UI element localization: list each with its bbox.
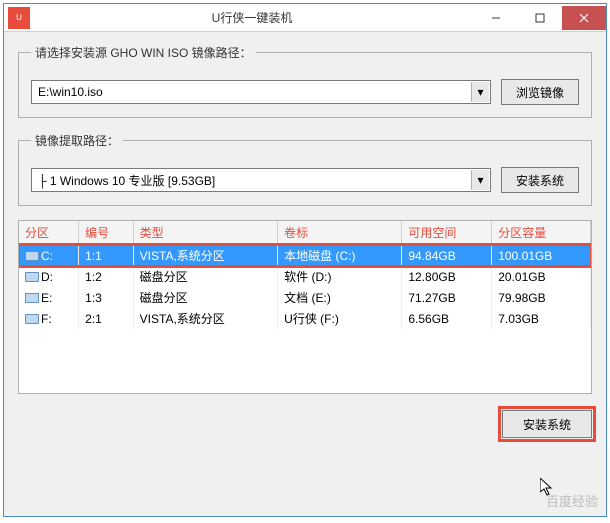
table-row[interactable]: C: 1:1 VISTA,系统分区 本地磁盘 (C:) 94.84GB 100.01GB	[19, 245, 591, 267]
cell-value: 100.01GB	[498, 249, 552, 263]
column-header[interactable]: 分区	[19, 221, 79, 245]
table-row[interactable]: E: 1:3 磁盘分区 文档 (E:) 71.27GB 79.98GB	[19, 287, 591, 308]
table-row[interactable]: F: 2:1 VISTA,系统分区 U行侠 (F:) 6.56GB 7.03GB	[19, 308, 591, 329]
chevron-down-icon: ▾	[471, 170, 489, 190]
column-header[interactable]: 类型	[133, 221, 278, 245]
disk-icon	[25, 293, 39, 303]
titlebar: U U行侠一键装机	[4, 4, 606, 32]
table-row[interactable]: D: 1:2 磁盘分区 软件 (D:) 12.80GB 20.01GB	[19, 266, 591, 287]
column-header[interactable]: 分区容量	[492, 221, 591, 245]
cell-value: VISTA,系统分区	[140, 312, 225, 326]
partition-table: 分区编号类型卷标可用空间分区容量 C: 1:1 VISTA,系统分区 本地磁盘 (C:…	[19, 221, 591, 329]
cell-value: 本地磁盘 (C:)	[284, 249, 355, 263]
cell-value: 文档 (E:)	[284, 291, 331, 305]
app-icon: U	[8, 7, 30, 29]
cell-value: C:	[41, 249, 53, 263]
cell-value: 20.01GB	[498, 270, 545, 284]
footer: 安装系统	[4, 406, 606, 448]
extract-legend: 镜像提取路径：	[31, 132, 123, 149]
extract-fieldset: 镜像提取路径： ├ 1 Windows 10 专业版 [9.53GB] ▾ 安装…	[18, 132, 592, 206]
cell-value: 7.03GB	[498, 312, 539, 326]
extract-path-combo[interactable]: ├ 1 Windows 10 专业版 [9.53GB] ▾	[31, 168, 491, 192]
close-button[interactable]	[562, 6, 606, 30]
cell-value: D:	[41, 270, 53, 284]
source-path-combo[interactable]: E:\win10.iso ▾	[31, 80, 491, 104]
cell-value: 6.56GB	[408, 312, 449, 326]
cell-value: E:	[41, 291, 52, 305]
column-header[interactable]: 可用空间	[402, 221, 492, 245]
column-header[interactable]: 卷标	[278, 221, 402, 245]
source-legend: 请选择安装源 GHO WIN ISO 镜像路径：	[31, 44, 256, 61]
window-title: U行侠一键装机	[30, 9, 474, 26]
cell-value: 磁盘分区	[140, 291, 188, 305]
cell-value: 磁盘分区	[140, 270, 188, 284]
cell-value: VISTA,系统分区	[140, 249, 225, 263]
cell-value: F:	[41, 312, 52, 326]
content: 请选择安装源 GHO WIN ISO 镜像路径： E:\win10.iso ▾ …	[4, 32, 606, 406]
install-system-button-bottom[interactable]: 安装系统	[502, 410, 592, 438]
window-controls	[474, 6, 606, 30]
extract-path-value: ├ 1 Windows 10 专业版 [9.53GB]	[38, 172, 215, 189]
minimize-button[interactable]	[474, 6, 518, 30]
column-header[interactable]: 编号	[79, 221, 134, 245]
cell-value: 71.27GB	[408, 291, 455, 305]
chevron-down-icon: ▾	[471, 82, 489, 102]
maximize-button[interactable]	[518, 6, 562, 30]
cell-value: 1:3	[85, 291, 102, 305]
partition-table-container: 分区编号类型卷标可用空间分区容量 C: 1:1 VISTA,系统分区 本地磁盘 (C:…	[18, 220, 592, 394]
disk-icon	[25, 272, 39, 282]
source-path-value: E:\win10.iso	[38, 85, 103, 99]
cell-value: 79.98GB	[498, 291, 545, 305]
browse-image-button[interactable]: 浏览镜像	[501, 79, 579, 105]
cell-value: 12.80GB	[408, 270, 455, 284]
cell-value: 软件 (D:)	[284, 270, 331, 284]
install-system-button-top[interactable]: 安装系统	[501, 167, 579, 193]
cell-value: 1:2	[85, 270, 102, 284]
cell-value: U行侠 (F:)	[284, 312, 339, 326]
disk-icon	[25, 251, 39, 261]
disk-icon	[25, 314, 39, 324]
cell-value: 1:1	[85, 249, 102, 263]
cell-value: 2:1	[85, 312, 102, 326]
cell-value: 94.84GB	[408, 249, 455, 263]
main-window: U U行侠一键装机 请选择安装源 GHO WIN ISO 镜像路径： E:\wi…	[3, 3, 607, 517]
source-fieldset: 请选择安装源 GHO WIN ISO 镜像路径： E:\win10.iso ▾ …	[18, 44, 592, 118]
